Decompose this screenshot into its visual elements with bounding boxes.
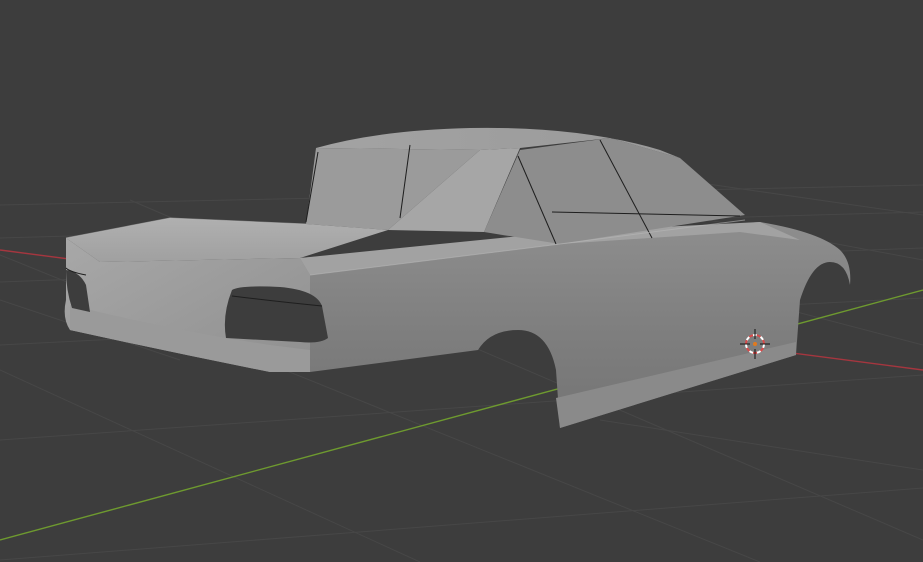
viewport-canvas[interactable] [0,0,923,562]
car-body-mesh[interactable] [64,127,856,428]
3d-viewport[interactable] [0,0,923,562]
